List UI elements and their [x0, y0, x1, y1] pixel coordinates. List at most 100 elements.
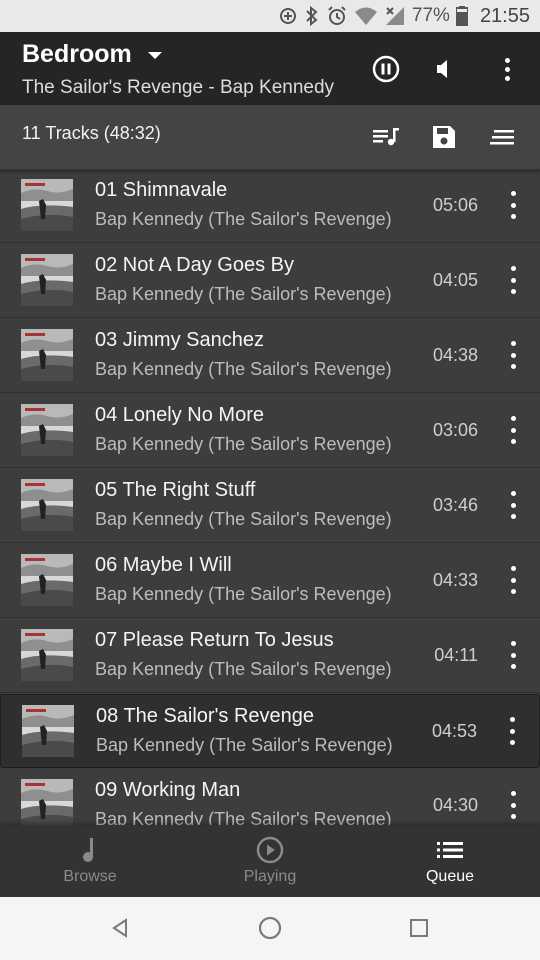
room-name: Bedroom [22, 40, 132, 68]
track-menu-button[interactable] [507, 717, 517, 745]
nav-browse[interactable]: Browse [0, 825, 180, 897]
overflow-menu-button[interactable] [490, 52, 524, 86]
track-row[interactable]: 06 Maybe I Will Bap Kennedy (The Sailor'… [0, 544, 540, 618]
pause-button[interactable] [369, 52, 403, 86]
track-title: 08 The Sailor's Revenge [96, 705, 315, 727]
track-duration: 03:46 [432, 495, 478, 515]
track-menu-button[interactable] [508, 416, 518, 444]
data-saver-icon [278, 6, 298, 26]
play-circle-icon [256, 836, 284, 864]
album-art [21, 479, 73, 531]
track-menu-button[interactable] [508, 341, 518, 369]
track-artist-album: Bap Kennedy (The Sailor's Revenge) [95, 509, 392, 529]
status-bar: 77% 21:55 [0, 0, 540, 32]
more-vert-icon [510, 416, 516, 421]
sort-button[interactable] [486, 121, 518, 153]
track-title: 06 Maybe I Will [95, 554, 232, 576]
track-title: 05 The Right Stuff [95, 479, 256, 501]
more-vert-icon [510, 191, 516, 196]
track-artist-album: Bap Kennedy (The Sailor's Revenge) [95, 284, 392, 304]
track-row[interactable]: 09 Working Man Bap Kennedy (The Sailor's… [0, 769, 540, 825]
back-button[interactable] [105, 913, 135, 943]
album-art [21, 329, 73, 381]
track-menu-button[interactable] [508, 266, 518, 294]
track-title: 04 Lonely No More [95, 404, 264, 426]
music-note-icon [83, 838, 93, 862]
album-art [21, 254, 73, 306]
queue-list-icon [437, 842, 463, 858]
album-art [21, 554, 73, 606]
track-artist-album: Bap Kennedy (The Sailor's Revenge) [95, 659, 392, 679]
signal-icon [384, 6, 406, 26]
more-vert-icon [510, 341, 516, 346]
track-duration: 04:30 [432, 795, 478, 815]
album-art [21, 629, 73, 681]
track-duration: 04:38 [432, 345, 478, 365]
playlist-button[interactable] [370, 121, 402, 153]
nav-queue-label: Queue [425, 868, 475, 885]
more-vert-icon [510, 566, 516, 571]
track-title: 07 Please Return To Jesus [95, 629, 334, 651]
nav-playing-label: Playing [243, 868, 297, 885]
more-vert-icon [510, 491, 516, 496]
track-count: 11 Tracks (48:32) [22, 123, 161, 143]
track-menu-button[interactable] [508, 566, 518, 594]
home-button[interactable] [255, 913, 285, 943]
more-vert-icon [510, 791, 516, 796]
recents-icon [410, 919, 428, 937]
back-icon [112, 918, 127, 938]
track-row[interactable]: 04 Lonely No More Bap Kennedy (The Sailo… [0, 394, 540, 468]
track-row[interactable]: 03 Jimmy Sanchez Bap Kennedy (The Sailor… [0, 319, 540, 393]
track-duration: 03:06 [432, 420, 478, 440]
room-selector[interactable]: Bedroom [22, 40, 162, 69]
track-row[interactable]: 02 Not A Day Goes By Bap Kennedy (The Sa… [0, 244, 540, 318]
track-title: 01 Shimnavale [95, 179, 228, 201]
track-row-active[interactable]: 08 The Sailor's Revenge Bap Kennedy (The… [0, 694, 540, 768]
track-menu-button[interactable] [508, 491, 518, 519]
pause-icon [372, 55, 400, 83]
playlist-icon [373, 128, 399, 146]
track-artist-album: Bap Kennedy (The Sailor's Revenge) [95, 434, 392, 454]
recents-button[interactable] [404, 913, 434, 943]
track-menu-button[interactable] [508, 191, 518, 219]
queue-toolbar: 11 Tracks (48:32) [0, 105, 540, 170]
track-duration: 04:33 [432, 570, 478, 590]
more-vert-icon [504, 57, 510, 63]
track-row[interactable]: 05 The Right Stuff Bap Kennedy (The Sail… [0, 469, 540, 543]
track-title: 03 Jimmy Sanchez [95, 329, 264, 351]
track-artist-album: Bap Kennedy (The Sailor's Revenge) [95, 359, 392, 379]
chevron-down-icon [147, 52, 162, 59]
track-row[interactable]: 01 Shimnavale Bap Kennedy (The Sailor's … [0, 169, 540, 243]
nav-browse-label: Browse [63, 868, 117, 885]
wifi-icon [354, 6, 378, 26]
track-menu-button[interactable] [508, 791, 518, 819]
track-duration: 05:06 [432, 195, 478, 215]
track-duration: 04:53 [431, 721, 477, 741]
sort-icon [490, 130, 514, 145]
track-artist-album: Bap Kennedy (The Sailor's Revenge) [95, 584, 392, 604]
battery-icon [455, 6, 468, 26]
now-playing-text: The Sailor's Revenge - Bap Kennedy [22, 77, 335, 98]
bluetooth-icon [304, 5, 320, 27]
track-title: 09 Working Man [95, 779, 241, 801]
track-artist-album: Bap Kennedy (The Sailor's Revenge) [95, 809, 392, 825]
more-vert-icon [509, 717, 515, 722]
album-art [21, 179, 73, 231]
more-vert-icon [510, 266, 516, 271]
nav-queue[interactable]: Queue [360, 825, 540, 897]
album-art [21, 404, 73, 456]
track-artist-album: Bap Kennedy (The Sailor's Revenge) [95, 209, 392, 229]
volume-icon [437, 60, 447, 78]
nav-playing[interactable]: Playing [180, 825, 360, 897]
bottom-navigation: Browse Playing Queue [0, 825, 540, 897]
track-row[interactable]: 07 Please Return To Jesus Bap Kennedy (T… [0, 619, 540, 693]
home-icon [258, 916, 282, 940]
track-duration: 04:11 [434, 645, 478, 665]
save-icon [433, 126, 455, 148]
track-duration: 04:05 [432, 270, 478, 290]
track-artist-album: Bap Kennedy (The Sailor's Revenge) [96, 735, 393, 755]
queue-list[interactable]: 01 Shimnavale Bap Kennedy (The Sailor's … [0, 169, 540, 825]
save-queue-button[interactable] [428, 121, 460, 153]
track-menu-button[interactable] [508, 641, 518, 669]
volume-button[interactable] [426, 52, 460, 86]
